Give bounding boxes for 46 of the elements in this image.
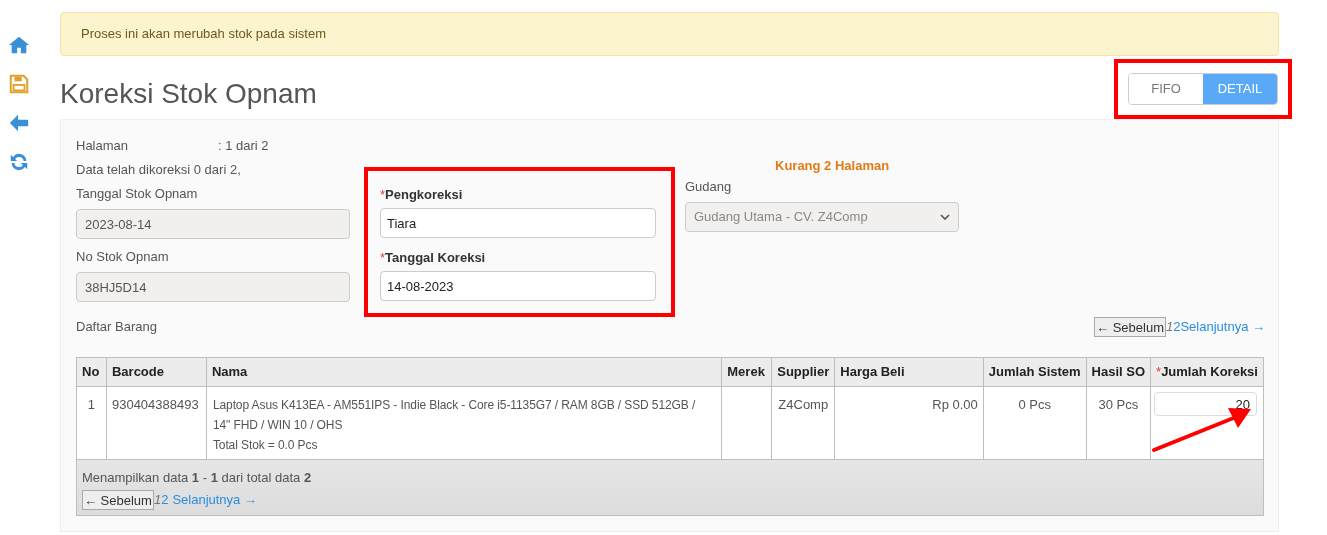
column-header: *Jumlah Koreksi <box>1150 357 1264 387</box>
info-label: Halaman <box>76 137 130 156</box>
left-arrow-icon[interactable] <box>8 112 30 134</box>
input-field[interactable]: Tiara <box>380 208 656 238</box>
product-name: Laptop Asus K413EA - AM551IPS - Indie Black - Core i5-1135G7 / RAM 8GB / SSD 512GB / 14" FHD / WIN 10 / OHS <box>212 397 697 434</box>
stock-text: Total Stok = 0.0 Pcs <box>212 437 319 454</box>
page-link[interactable]: 1 <box>153 489 162 510</box>
input-field[interactable]: 20 <box>1154 392 1258 416</box>
home-icon[interactable] <box>8 34 30 56</box>
input-field[interactable]: 14-08-2023 <box>380 271 656 301</box>
column-header: Harga Beli <box>834 357 984 387</box>
field-label: *Tanggal Koreksi <box>380 249 487 268</box>
table-cell: Z4Comp <box>771 386 835 460</box>
field-label: Tanggal Stok Opnam <box>76 185 199 204</box>
page-link[interactable]: 2 <box>1173 317 1181 337</box>
page-link[interactable]: 1 <box>1165 317 1174 337</box>
section-label: Daftar Barang <box>76 318 157 337</box>
info-value: : 1 dari 2 <box>218 137 269 156</box>
table-cell: 1 <box>76 386 107 460</box>
table-cell: 30 Pcs <box>1086 386 1151 460</box>
field-label: *Pengkoreksi <box>380 186 464 205</box>
column-header: Jumlah Sistem <box>983 357 1087 387</box>
page-title: Koreksi Stok Opnam <box>60 77 317 111</box>
column-header: Hasil SO <box>1086 357 1151 387</box>
refresh-icon[interactable] <box>8 151 30 173</box>
column-header: Merek <box>721 357 772 387</box>
table-cell: 0 Pcs <box>983 386 1087 460</box>
column-header: Barcode <box>106 357 207 387</box>
alert-banner: Proses ini akan merubah stok pada sistem <box>60 12 1279 56</box>
field-label: Gudang <box>685 178 733 197</box>
chevron-down-icon <box>940 214 950 220</box>
table-cell: 930404388493 <box>106 386 207 460</box>
info-text: Data telah dikoreksi 0 dari 2, <box>76 161 242 180</box>
previous-button[interactable]: ← Sebelum <box>1094 317 1166 337</box>
table-cell: Rp 0.00 <box>834 386 984 460</box>
page-link[interactable]: 2 <box>161 489 169 510</box>
field-label: No Stok Opnam <box>76 248 170 267</box>
column-header: Nama <box>206 357 722 387</box>
column-header: No <box>76 357 107 387</box>
status-text: Kurang 2 Halaman <box>775 157 890 175</box>
column-header: Supplier <box>771 357 835 387</box>
next-link[interactable]: Selanjutnya → <box>172 489 257 510</box>
previous-button[interactable]: ← Sebelum <box>82 489 154 510</box>
toggle-button[interactable]: DETAIL <box>1203 74 1277 104</box>
summary-text: Menampilkan data 1 - 1 dari total data 2 <box>82 469 313 487</box>
next-link[interactable]: Selanjutnya → <box>1180 317 1265 337</box>
